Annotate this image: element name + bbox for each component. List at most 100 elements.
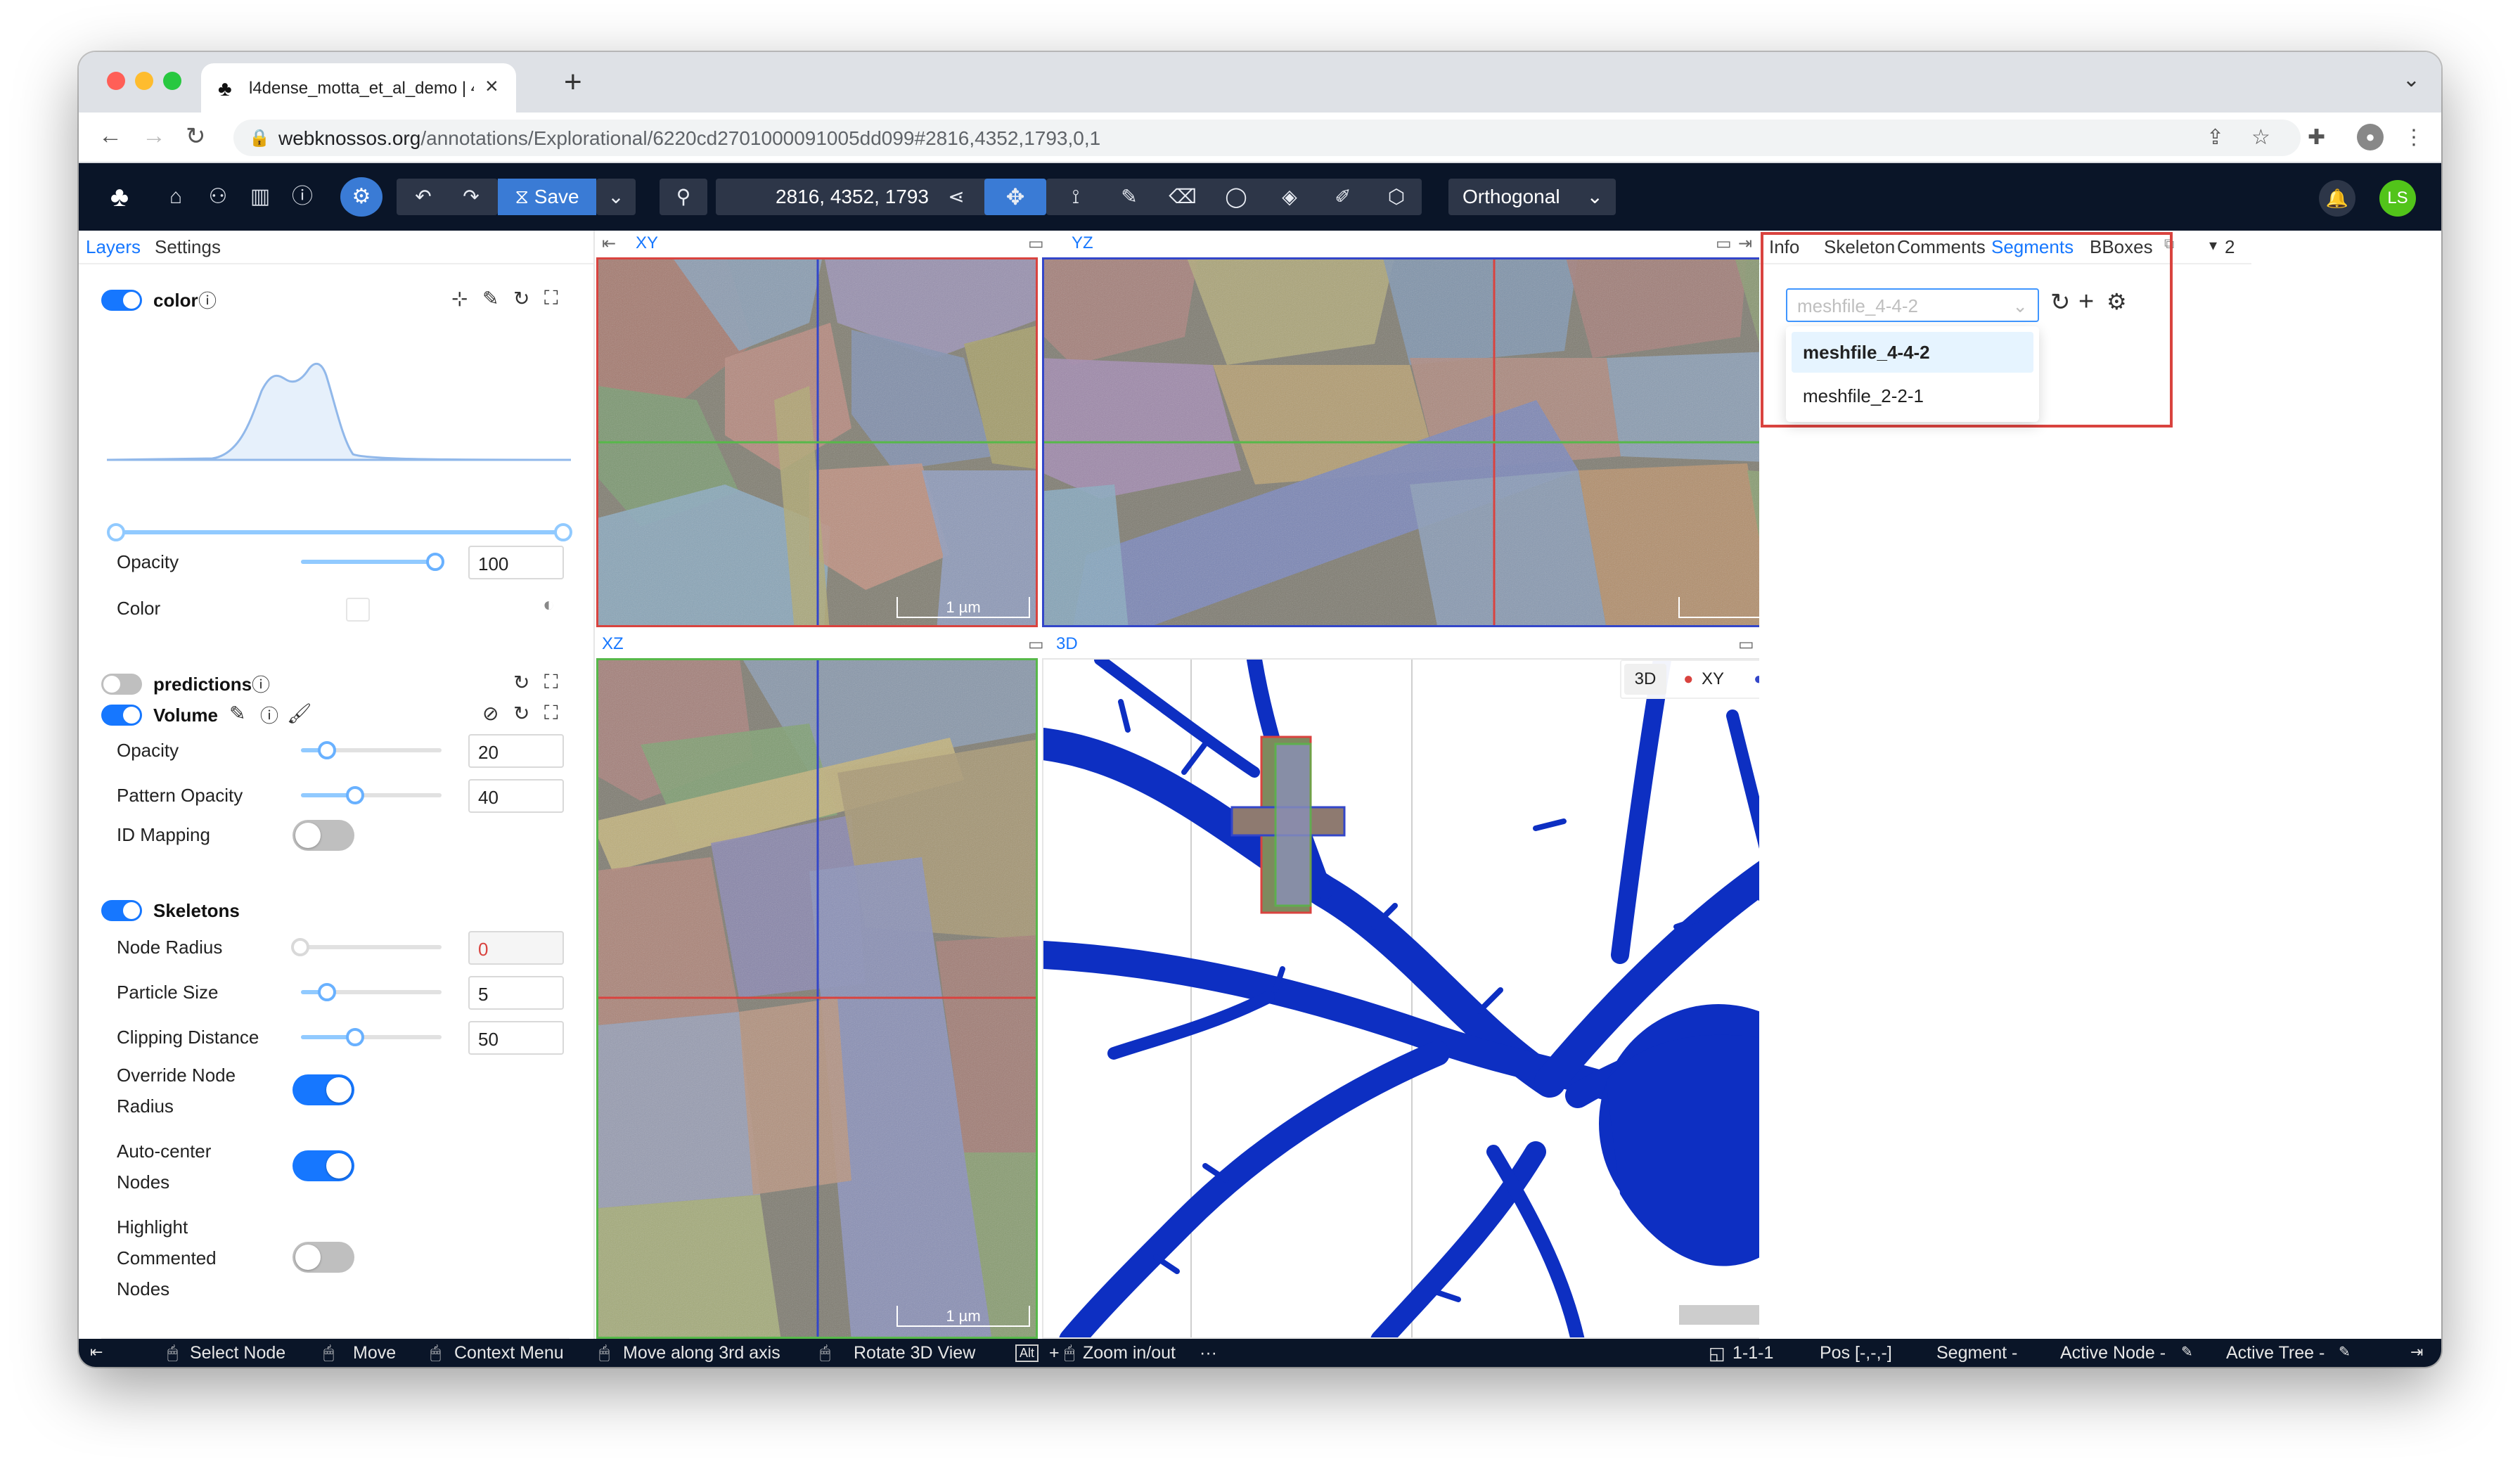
volume-info-icon[interactable]: ⓘ (260, 702, 278, 728)
volume-fit-icon[interactable]: ⛶ (544, 702, 558, 725)
forward-arrow-icon[interactable]: → (142, 122, 166, 150)
active-node-edit-icon[interactable]: ✎ (2181, 1343, 2193, 1361)
node-radius-track[interactable] (301, 945, 442, 949)
browser-profile-icon[interactable]: ● (2357, 124, 2384, 150)
mesh-option[interactable]: meshfile_2-2-1 (1792, 375, 2033, 416)
back-arrow-icon[interactable]: ← (98, 122, 122, 150)
xz-maximize-icon[interactable]: ▭ (1028, 634, 1044, 655)
clipping-distance-input[interactable]: 50 (468, 1021, 564, 1055)
close-window-button[interactable] (107, 72, 125, 90)
xy-maximize-icon[interactable]: ▭ (1028, 233, 1044, 254)
mesh-option[interactable]: meshfile_4-4-2 (1792, 332, 2033, 373)
share-link-icon[interactable]: ⋖ (932, 179, 980, 215)
bookmark-star-icon[interactable]: ☆ (2251, 125, 2270, 150)
collapse-left-icon[interactable]: ⇤ (90, 1343, 103, 1361)
histogram-max-handle[interactable] (554, 523, 572, 541)
td-3d-button[interactable]: 3D (1624, 664, 1666, 695)
fill-tool-icon[interactable]: ◈ (1263, 179, 1316, 215)
active-tree-edit-icon[interactable]: ✎ (2339, 1343, 2351, 1361)
node-radius-input[interactable]: 0 (468, 931, 564, 965)
users-icon[interactable]: ⚇ (202, 179, 233, 215)
help-icon[interactable]: ⓘ (287, 179, 318, 215)
clipping-distance-handle[interactable] (346, 1028, 364, 1046)
notification-bell-icon[interactable]: 🔔 (2319, 180, 2355, 217)
pin-icon[interactable]: ⚲ (660, 179, 707, 215)
invert-color-icon[interactable]: ◐ (543, 593, 555, 616)
extensions-puzzle-icon[interactable]: ✚ (2308, 125, 2325, 150)
settings-gear-icon[interactable]: ⚙ (340, 177, 382, 217)
volume-brush-icon[interactable]: 🖌 (287, 702, 312, 725)
save-button[interactable]: ⧖ Save (498, 179, 596, 215)
move-tool-icon[interactable]: ✥ (984, 179, 1046, 215)
bounding-box-tool-icon[interactable]: ⬡ (1370, 179, 1423, 215)
volume-reload-icon[interactable]: ↻ (513, 702, 529, 725)
volume-edit-icon[interactable]: ✎ (229, 702, 245, 725)
lasso-tool-icon[interactable]: ◯ (1209, 179, 1263, 215)
user-avatar[interactable]: LS (2379, 180, 2416, 217)
pattern-opacity-handle[interactable] (346, 786, 364, 804)
volume-opacity-handle[interactable] (318, 741, 336, 759)
tab-layers[interactable]: Layers (86, 236, 141, 258)
webknossos-logo-icon[interactable]: ♣ (100, 179, 139, 215)
td-maximize-icon[interactable]: ▭ (1738, 634, 1754, 655)
opacity-slider-handle[interactable] (426, 553, 444, 571)
save-chevron-icon[interactable]: ⌄ (596, 179, 636, 215)
particle-size-handle[interactable] (318, 983, 336, 1001)
eraser-tool-icon[interactable]: ⌫ (1156, 179, 1209, 215)
skeleton-tool-icon[interactable]: ⟟ (1049, 179, 1102, 215)
mesh-settings-gear-icon[interactable]: ⚙ (2107, 288, 2127, 315)
skeletons-toggle[interactable] (101, 900, 142, 921)
yz-collapse-icon[interactable]: ⇥ (1738, 233, 1752, 254)
xy-expand-icon[interactable]: ⇤ (602, 233, 616, 254)
tab-search-chevron-icon[interactable]: ⌄ (2403, 68, 2420, 92)
brush-tool-icon[interactable]: ✎ (1102, 179, 1156, 215)
xz-viewport[interactable]: 1 µm (596, 658, 1038, 1339)
refresh-meshes-icon[interactable]: ↻ (2050, 288, 2071, 316)
collapse-right-icon[interactable]: ⇥ (2410, 1343, 2423, 1361)
info-icon[interactable]: ⓘ (198, 287, 217, 313)
status-more[interactable]: ··· (1200, 1343, 1217, 1363)
view-mode-select[interactable]: Orthogonal ⌄ (1448, 179, 1616, 215)
close-tab-icon[interactable]: × (485, 73, 499, 99)
override-node-radius-toggle[interactable] (292, 1074, 354, 1105)
highlight-commented-toggle[interactable] (292, 1242, 354, 1273)
volume-layer-toggle[interactable] (101, 705, 142, 726)
picker-tool-icon[interactable]: ✐ (1316, 179, 1370, 215)
tab-settings[interactable]: Settings (155, 236, 221, 258)
particle-size-input[interactable]: 5 (468, 976, 564, 1010)
td-xy-button[interactable]: XY (1702, 669, 1724, 689)
xy-viewport[interactable]: 1 µm (596, 257, 1038, 627)
autocenter-toggle[interactable] (292, 1150, 354, 1181)
new-tab-button[interactable]: + (564, 65, 582, 100)
histogram-min-handle[interactable] (107, 523, 125, 541)
more-tabs-chevron-icon[interactable]: ▾ (2209, 236, 2217, 255)
zoom-window-button[interactable] (163, 72, 181, 90)
node-radius-handle[interactable] (291, 938, 309, 956)
statistics-icon[interactable]: ▥ (245, 179, 276, 215)
predictions-info-icon[interactable]: ⓘ (252, 671, 270, 697)
yz-maximize-icon[interactable]: ▭ (1716, 233, 1732, 254)
browser-menu-icon[interactable]: ⋮ (2403, 125, 2424, 150)
color-layer-toggle[interactable] (101, 290, 142, 311)
share-icon[interactable]: ⇪ (2206, 125, 2224, 150)
url-bar[interactable]: 🔒 webknossos.org/annotations/Exploration… (233, 120, 2301, 156)
reload-icon[interactable]: ↻ (186, 122, 206, 150)
fit-layer-icon[interactable]: ⛶ (544, 287, 558, 310)
edit-icon[interactable]: ✎ (482, 287, 499, 310)
histogram-range-slider[interactable] (115, 530, 565, 534)
pattern-opacity-input[interactable]: 40 (468, 779, 564, 813)
predictions-layer-toggle[interactable] (101, 674, 142, 695)
crosshair-icon[interactable]: ⊹ (451, 287, 468, 310)
predictions-fit-icon[interactable]: ⛶ (544, 671, 558, 694)
mesh-file-select[interactable]: meshfile_4-4-2 ⌄ (1786, 288, 2039, 322)
undo-icon[interactable]: ↶ (399, 179, 447, 215)
opacity-input[interactable]: 100 (468, 546, 564, 579)
volume-opacity-input[interactable]: 20 (468, 734, 564, 768)
add-mesh-icon[interactable]: + (2078, 287, 2094, 317)
predictions-reload-icon[interactable]: ↻ (513, 671, 529, 694)
color-swatch[interactable] (346, 598, 370, 622)
reload-layer-icon[interactable]: ↻ (513, 287, 529, 310)
redo-icon[interactable]: ↷ (447, 179, 495, 215)
id-mapping-toggle[interactable] (292, 820, 354, 851)
minimize-window-button[interactable] (135, 72, 153, 90)
